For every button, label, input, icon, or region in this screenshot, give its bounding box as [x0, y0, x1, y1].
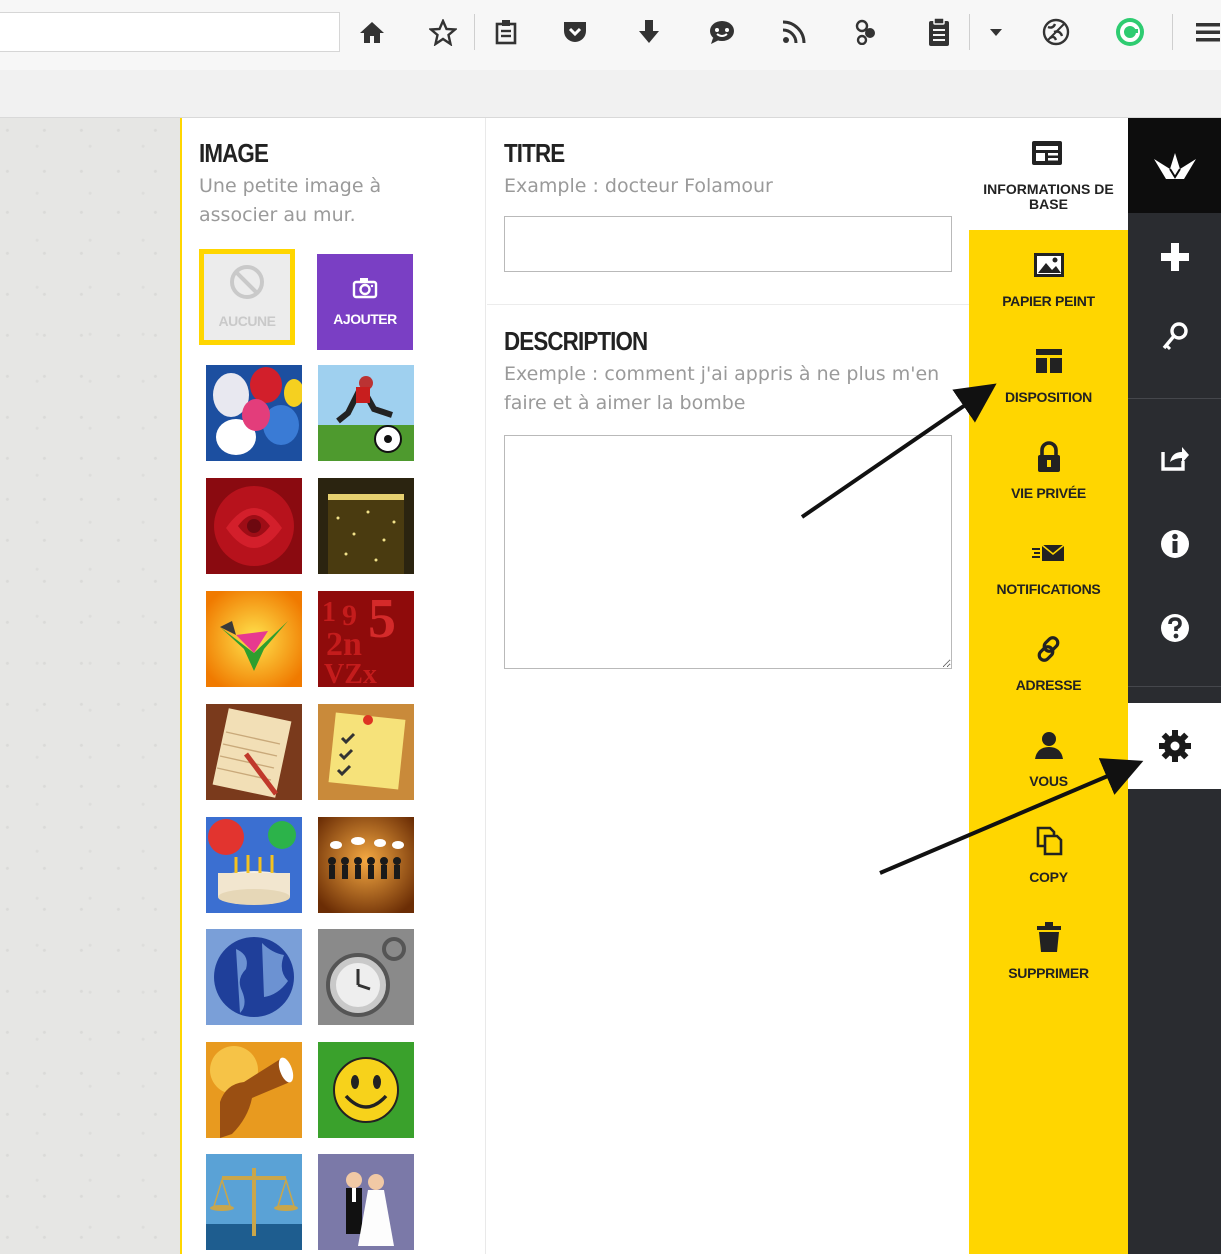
trash-icon: [1035, 920, 1063, 954]
lock-icon: [1036, 440, 1062, 474]
add-button[interactable]: [1128, 215, 1221, 299]
info-icon: [1160, 530, 1189, 558]
title-field-hint: Example : docteur Folamour: [504, 175, 773, 197]
image-panel: IMAGE Une petite image à associer au mur…: [180, 118, 486, 1254]
thumbnail-globe[interactable]: [206, 929, 302, 1025]
menu-item-label: NOTIFICATIONS: [996, 581, 1101, 597]
menu-item-privacy[interactable]: VIE PRIVÉE: [969, 434, 1128, 530]
thumbnail-wedding-couple[interactable]: [318, 1154, 414, 1250]
toolbar-strip: [0, 70, 1221, 118]
no-image-label: AUCUNE: [218, 313, 276, 329]
thumbnail-balloons[interactable]: [206, 365, 302, 461]
link-icon: [1034, 632, 1064, 666]
menu-dropdown-icon[interactable]: [978, 14, 1014, 50]
menu-item-label: VIE PRIVÉE: [1011, 485, 1086, 501]
thumbnail-pocket-watch[interactable]: [318, 929, 414, 1025]
menu-item-copy[interactable]: COPY: [969, 818, 1128, 914]
picture-icon: [1033, 248, 1065, 282]
menu-item-label: INFORMATIONS DE BASE: [983, 181, 1114, 212]
plus-icon: [1160, 243, 1189, 271]
gear-icon: [1158, 730, 1191, 762]
padlet-logo-button[interactable]: [1128, 118, 1221, 213]
envelope-icon: [1031, 536, 1066, 570]
thumbnail-smiley-face[interactable]: [318, 1042, 414, 1138]
url-bar[interactable]: [0, 12, 340, 52]
title-field-label: TITRE: [504, 138, 565, 168]
form-divider: [487, 304, 969, 305]
svg-text:2n: 2n: [326, 626, 362, 663]
info-button[interactable]: [1128, 502, 1221, 586]
menu-item-label: PAPIER PEINT: [1002, 293, 1095, 309]
extension-icon[interactable]: [848, 14, 884, 50]
thumbnail-red-numbers[interactable]: 1 9 5 2n VZx: [318, 591, 414, 687]
menu-item-delete[interactable]: SUPPRIMER: [969, 914, 1128, 1010]
download-icon[interactable]: [631, 14, 667, 50]
thumbnail-sticky-note-checklist[interactable]: [318, 704, 414, 800]
help-button[interactable]: [1128, 586, 1221, 670]
thumbnail-scales-of-justice[interactable]: [206, 1154, 302, 1250]
copy-icon: [1035, 824, 1063, 858]
thumbnail-crowd-speech-bubbles[interactable]: [318, 817, 414, 913]
settings-menu: INFORMATIONS DE BASE PAPIER PEINT DISPOS…: [969, 118, 1128, 1254]
help-icon: [1160, 614, 1189, 642]
thumbnail-birthday-cake[interactable]: [206, 817, 302, 913]
menu-item-address[interactable]: ADRESSE: [969, 626, 1128, 722]
bookmark-star-icon[interactable]: [425, 14, 461, 50]
image-section-hint: Une petite image à associer au mur.: [199, 175, 382, 226]
svg-text:VZx: VZx: [324, 659, 377, 687]
svg-text:5: 5: [368, 591, 396, 650]
title-input[interactable]: [504, 216, 952, 272]
menu-item-label: DISPOSITION: [1005, 389, 1092, 405]
menu-item-label: ADRESSE: [1015, 677, 1082, 693]
menu-item-notifications[interactable]: NOTIFICATIONS: [969, 530, 1128, 626]
camera-icon: [352, 278, 378, 299]
no-image-option[interactable]: AUCUNE: [199, 249, 295, 345]
menu-item-layout[interactable]: DISPOSITION: [969, 338, 1128, 434]
menu-item-wallpaper[interactable]: PAPIER PEINT: [969, 242, 1128, 338]
home-icon[interactable]: [354, 14, 390, 50]
menu-item-you[interactable]: VOUS: [969, 722, 1128, 818]
thumbnail-origami-crane[interactable]: [206, 591, 302, 687]
key-icon: [1162, 322, 1188, 351]
browser-toolbar: [0, 0, 1221, 70]
add-image-label: AJOUTER: [333, 311, 397, 327]
description-field-hint: Exemple : comment j'ai appris à ne plus …: [504, 363, 940, 414]
description-field-label: DESCRIPTION: [504, 326, 648, 356]
chat-icon[interactable]: [704, 14, 740, 50]
right-sidebar: [1128, 118, 1221, 1254]
pocket-icon[interactable]: [557, 14, 593, 50]
share-icon: [1160, 447, 1189, 471]
globe-icon[interactable]: [1038, 14, 1074, 50]
rss-icon[interactable]: [776, 14, 812, 50]
wall-background: [0, 118, 180, 1254]
description-textarea[interactable]: [504, 435, 952, 669]
reader-icon[interactable]: [488, 14, 524, 50]
green-circle-icon[interactable]: [1112, 14, 1148, 50]
clipboard-icon[interactable]: [921, 14, 957, 50]
menu-item-basic-info[interactable]: INFORMATIONS DE BASE: [969, 118, 1128, 230]
settings-button[interactable]: [1128, 703, 1221, 789]
thumbnail-red-rose[interactable]: [206, 478, 302, 574]
hamburger-menu-icon[interactable]: [1189, 14, 1221, 50]
add-image-button[interactable]: AJOUTER: [317, 254, 413, 350]
svg-text:1: 1: [322, 597, 336, 628]
thumbnail-champagne[interactable]: [318, 478, 414, 574]
search-key-button[interactable]: [1128, 294, 1221, 378]
thumbnail-soccer-player[interactable]: [318, 365, 414, 461]
padlet-logo-icon: [1153, 152, 1196, 179]
menu-item-label: COPY: [1029, 869, 1068, 885]
info-card-icon: [1031, 140, 1063, 170]
menu-item-label: VOUS: [1029, 773, 1068, 789]
share-button[interactable]: [1128, 416, 1221, 500]
thumbnail-notebook-pencil[interactable]: [206, 704, 302, 800]
person-icon: [1034, 728, 1064, 762]
no-entry-icon: [230, 265, 264, 299]
form-panel: TITRE Example : docteur Folamour DESCRIP…: [487, 118, 969, 1254]
menu-item-label: SUPPRIMER: [1008, 965, 1089, 981]
thumbnail-megaphone[interactable]: [206, 1042, 302, 1138]
image-section-title: IMAGE: [199, 138, 269, 168]
layout-icon: [1035, 344, 1063, 378]
